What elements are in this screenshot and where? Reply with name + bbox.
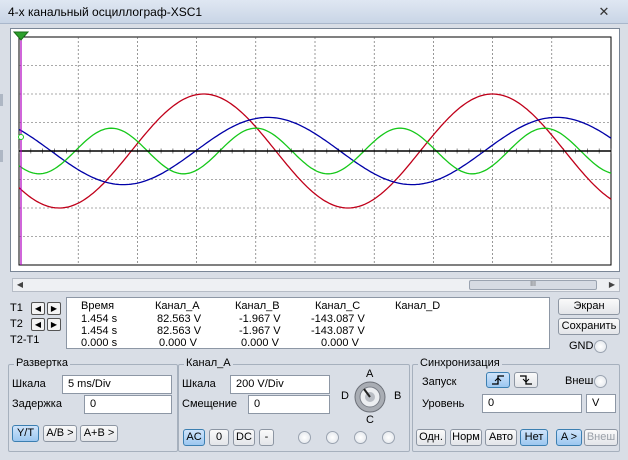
save-button[interactable]: Сохранить [558,318,620,335]
cursor-t2-row: T2 ◀ ▶ [10,316,66,332]
knob-label-b: B [394,390,402,402]
gnd-radio[interactable] [594,340,607,353]
trigger-normal-button[interactable]: Норм [450,429,482,446]
knob-label-c: C [366,414,374,426]
coupling-ac-button[interactable]: AC [183,429,205,446]
trigger-level-field[interactable]: 0 [482,394,582,413]
window-edge-mark [0,94,3,106]
timebase-scale-label: Шкала [12,378,46,390]
readout-t1-a: 82.563 V [157,313,202,325]
readout-header-channel-b: Канал_B [235,300,280,312]
readout-header-channel-c: Канал_C [315,300,361,312]
coupling-minus-button[interactable]: - [259,429,274,446]
channel-scale-field[interactable]: 200 V/Div [230,375,330,394]
knob-label-d: D [341,390,349,402]
mode-yt-button[interactable]: Y/T [12,425,39,442]
cursor-diff-row: T2-T1 [10,332,66,348]
readout-header-time: Время [81,300,115,312]
timebase-scale-field[interactable]: 5 ms/Div [62,375,172,394]
trigger-level-unit[interactable]: V [586,394,616,413]
coupling-zero-button[interactable]: 0 [209,429,229,446]
channel-radio-4[interactable] [382,431,395,444]
gnd-label: GND [569,340,594,352]
mode-ab-button[interactable]: A/B > [43,425,77,442]
window-edge-mark [0,150,3,162]
readout-t2-b: -1.967 V [239,325,281,337]
title-bar: 4-х канальный осциллограф-XSC1 ✕ [0,0,628,24]
timebase-delay-label: Задержка [12,398,62,410]
horizontal-scrollbar[interactable]: ◀ III ▶ [12,278,620,292]
readout-t2-c: -143.087 V [311,325,365,337]
timebase-title: Развертка [14,357,70,369]
trigger-auto-button[interactable]: Авто [485,429,517,446]
channel-radio-2[interactable] [326,431,339,444]
readout-diff-b: 0.000 V [241,337,279,349]
trigger-single-button[interactable]: Одн. [416,429,446,446]
cursor-t2-label: T2 [10,318,23,330]
screen-button[interactable]: Экран [558,298,620,315]
edge-falling-button[interactable] [514,372,538,388]
channel-title: Канал_A [184,357,233,369]
readout-diff-c: 0.000 V [321,337,359,349]
trigger-external-label: Внеш [565,375,594,387]
edge-rising-button[interactable] [486,372,510,388]
coupling-dc-button[interactable]: DC [233,429,255,446]
channel-radio-3[interactable] [354,431,367,444]
window-title: 4-х канальный осциллограф-XSC1 [8,5,203,19]
readout-t2-time: 1.454 s [81,325,118,337]
channel-radio-1[interactable] [298,431,311,444]
rising-edge-icon [492,375,504,385]
trigger-title: Синхронизация [418,357,502,369]
channel-scale-label: Шкала [182,378,216,390]
readout-diff-a: 0.000 V [159,337,197,349]
channel-selector-knob[interactable] [352,380,388,414]
readout-t1-c: -143.087 V [311,313,365,325]
scroll-right-icon[interactable]: ▶ [605,278,619,292]
oscilloscope-screen[interactable] [10,28,620,272]
trigger-source-a-button[interactable]: A > [556,429,582,446]
arrow-left-icon[interactable]: ◀ [31,317,45,331]
trigger-start-label: Запуск [422,376,457,388]
trigger-external-radio[interactable] [594,375,607,388]
mode-a-plus-b-button[interactable]: A+B > [80,425,118,442]
trigger-level-label: Уровень [422,398,465,410]
scope-plot [12,31,612,266]
trigger-point-marker [18,134,24,140]
arrow-right-icon[interactable]: ▶ [47,301,61,315]
knob-label-a: A [366,368,374,380]
channel-offset-field[interactable]: 0 [248,395,330,414]
trigger-source-ext-button[interactable]: Внеш [584,429,618,446]
scroll-thumb[interactable]: III [469,280,597,290]
arrow-right-icon[interactable]: ▶ [47,317,61,331]
readout-t2-a: 82.563 V [157,325,202,337]
cursor-t1-row: T1 ◀ ▶ [10,300,66,316]
cursor-controls: T1 ◀ ▶ T2 ◀ ▶ T2-T1 [10,300,66,348]
scroll-left-icon[interactable]: ◀ [13,278,27,292]
readout-diff-time: 0.000 s [81,337,118,349]
trigger-none-button[interactable]: Нет [520,429,548,446]
measurement-readout: Время Канал_A Канал_B Канал_C Канал_D 1.… [66,297,550,349]
falling-edge-icon [520,375,532,385]
readout-t1-time: 1.454 s [81,313,118,325]
cursor-diff-label: T2-T1 [10,334,40,346]
channel-offset-label: Смещение [182,398,238,410]
readout-header-channel-d: Канал_D [395,300,441,312]
cursor-t1-label: T1 [10,302,23,314]
timebase-delay-field[interactable]: 0 [84,395,172,414]
close-icon[interactable]: ✕ [594,3,614,20]
readout-header-channel-a: Канал_A [155,300,200,312]
readout-t1-b: -1.967 V [239,313,281,325]
arrow-left-icon[interactable]: ◀ [31,301,45,315]
